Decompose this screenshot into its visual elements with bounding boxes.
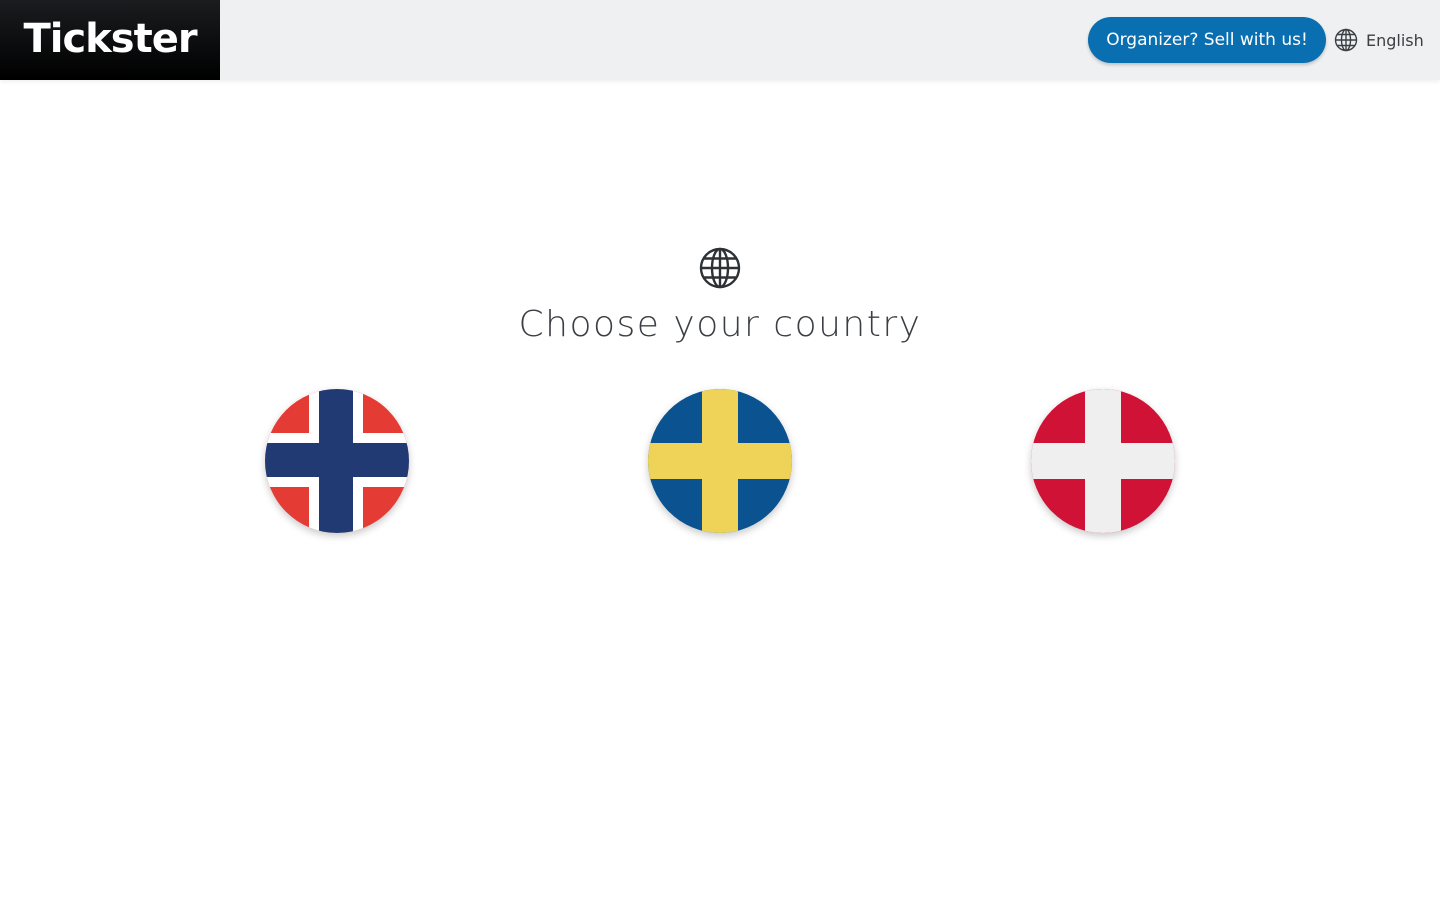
- language-label: English: [1366, 30, 1424, 50]
- organizer-sell-button[interactable]: Organizer? Sell with us!: [1088, 17, 1326, 63]
- country-sweden-button[interactable]: [648, 389, 792, 533]
- logo-text: Tickster: [23, 16, 197, 62]
- country-norway-button[interactable]: [265, 389, 409, 533]
- tickster-logo[interactable]: Tickster: [0, 0, 220, 80]
- page-title: Choose your country: [518, 304, 922, 345]
- sweden-flag-icon: [648, 389, 792, 533]
- globe-icon: [699, 247, 741, 289]
- globe-icon: [1334, 28, 1358, 52]
- country-denmark-button[interactable]: [1031, 389, 1175, 533]
- denmark-flag-icon: [1031, 389, 1175, 533]
- norway-flag-icon: [265, 389, 409, 533]
- site-header: Tickster Organizer? Sell with us! Englis…: [0, 0, 1440, 80]
- language-selector[interactable]: English: [1334, 24, 1424, 56]
